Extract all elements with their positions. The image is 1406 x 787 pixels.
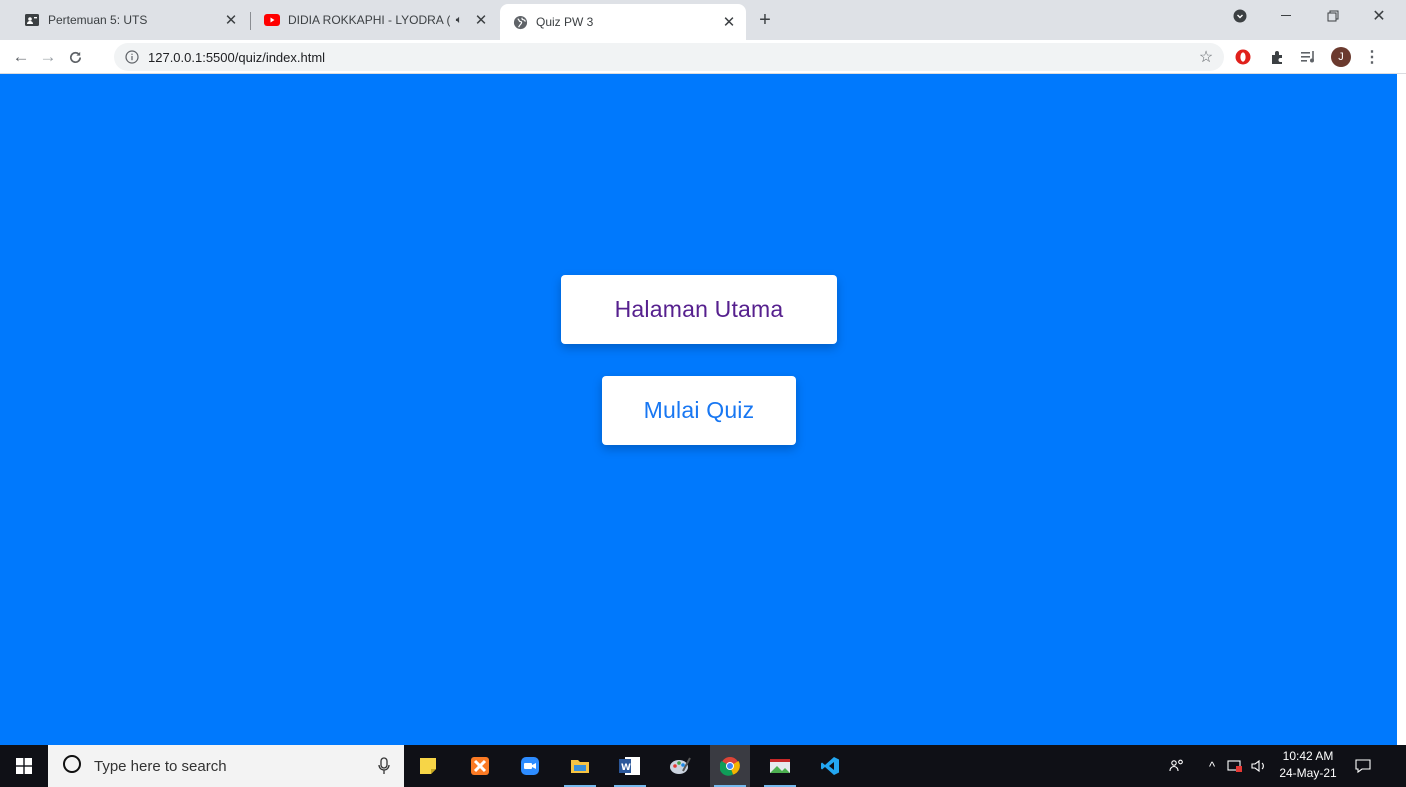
volume-icon[interactable]	[1248, 745, 1270, 787]
extensions-icon[interactable]	[1265, 45, 1289, 69]
sticky-notes-icon[interactable]	[408, 745, 448, 787]
info-icon[interactable]	[124, 49, 140, 65]
media-queue-icon[interactable]	[1297, 45, 1321, 69]
tab-pertemuan[interactable]: Pertemuan 5: UTS ✕	[8, 0, 248, 40]
microphone-icon[interactable]	[378, 757, 390, 780]
tab-youtube[interactable]: DIDIA ROKKAPHI - LYODRA ( 🔈︎ ✕	[252, 0, 498, 40]
forward-icon[interactable]: →	[35, 44, 61, 70]
search-placeholder: Type here to search	[94, 757, 227, 775]
chevron-up-icon[interactable]: ^	[1202, 745, 1222, 787]
tab-divider	[250, 12, 251, 30]
system-clock[interactable]: 10:42 AM 24-May-21	[1276, 748, 1340, 782]
tab-search-icon[interactable]	[1222, 0, 1258, 32]
minimize-icon[interactable]	[1264, 0, 1310, 32]
windows-start-icon[interactable]	[0, 745, 48, 787]
globe-icon	[512, 14, 528, 30]
home-button[interactable]: Halaman Utama	[561, 275, 837, 344]
start-quiz-button[interactable]: Mulai Quiz	[602, 376, 796, 445]
tab-title: DIDIA ROKKAPHI - LYODRA (	[288, 13, 450, 27]
back-icon[interactable]: ←	[8, 44, 34, 70]
more-menu-icon[interactable]: ⋮	[1360, 45, 1384, 69]
bookmark-star-icon[interactable]: ☆	[1194, 45, 1218, 69]
restore-icon[interactable]	[1310, 0, 1356, 32]
svg-text:W: W	[621, 763, 631, 773]
speaker-icon[interactable]: 🔈︎	[450, 11, 468, 29]
windows-taskbar: Type here to search W ^ 10:42 AM 24-May-…	[0, 745, 1406, 787]
vscode-icon[interactable]	[810, 745, 850, 787]
paint-icon[interactable]	[660, 745, 700, 787]
new-tab-button[interactable]: +	[752, 8, 778, 32]
tab-title: Pertemuan 5: UTS	[48, 13, 148, 27]
word-icon[interactable]: W	[610, 745, 650, 787]
reload-icon[interactable]	[62, 44, 88, 70]
search-circle-icon	[62, 754, 82, 779]
file-explorer-icon[interactable]	[560, 745, 600, 787]
profile-avatar[interactable]: J	[1329, 45, 1353, 69]
avatar: J	[1331, 47, 1351, 67]
tab-title: Quiz PW 3	[536, 15, 594, 29]
people-icon[interactable]	[1166, 745, 1188, 787]
youtube-icon	[264, 12, 280, 28]
notifications-icon[interactable]	[1348, 745, 1378, 787]
clock-time: 10:42 AM	[1282, 749, 1334, 763]
zoom-icon[interactable]	[510, 745, 550, 787]
network-icon[interactable]	[1224, 745, 1246, 787]
address-bar[interactable]: 127.0.0.1:5500/quiz/index.html	[114, 43, 1224, 71]
close-icon[interactable]: ✕	[720, 13, 738, 31]
browser-toolbar: ← → 127.0.0.1:5500/quiz/index.html ☆ J ⋮	[0, 40, 1406, 74]
xampp-icon[interactable]	[460, 745, 500, 787]
url-text: 127.0.0.1:5500/quiz/index.html	[148, 49, 326, 65]
close-icon[interactable]: ✕	[472, 11, 490, 29]
tab-quiz[interactable]: Quiz PW 3 ✕	[500, 4, 746, 40]
tab-strip: Pertemuan 5: UTS ✕ DIDIA ROKKAPHI - LYOD…	[0, 0, 1406, 40]
classroom-icon	[24, 12, 40, 28]
opera-extension-icon[interactable]	[1231, 45, 1255, 69]
taskbar-search[interactable]: Type here to search	[48, 745, 404, 787]
clock-date: 24-May-21	[1279, 766, 1337, 780]
close-icon[interactable]: ✕	[222, 11, 240, 29]
media-icon[interactable]	[760, 745, 800, 787]
scrollbar-gutter[interactable]	[1397, 74, 1406, 745]
close-window-icon[interactable]: ✕	[1356, 0, 1402, 32]
chrome-icon[interactable]	[710, 745, 750, 787]
